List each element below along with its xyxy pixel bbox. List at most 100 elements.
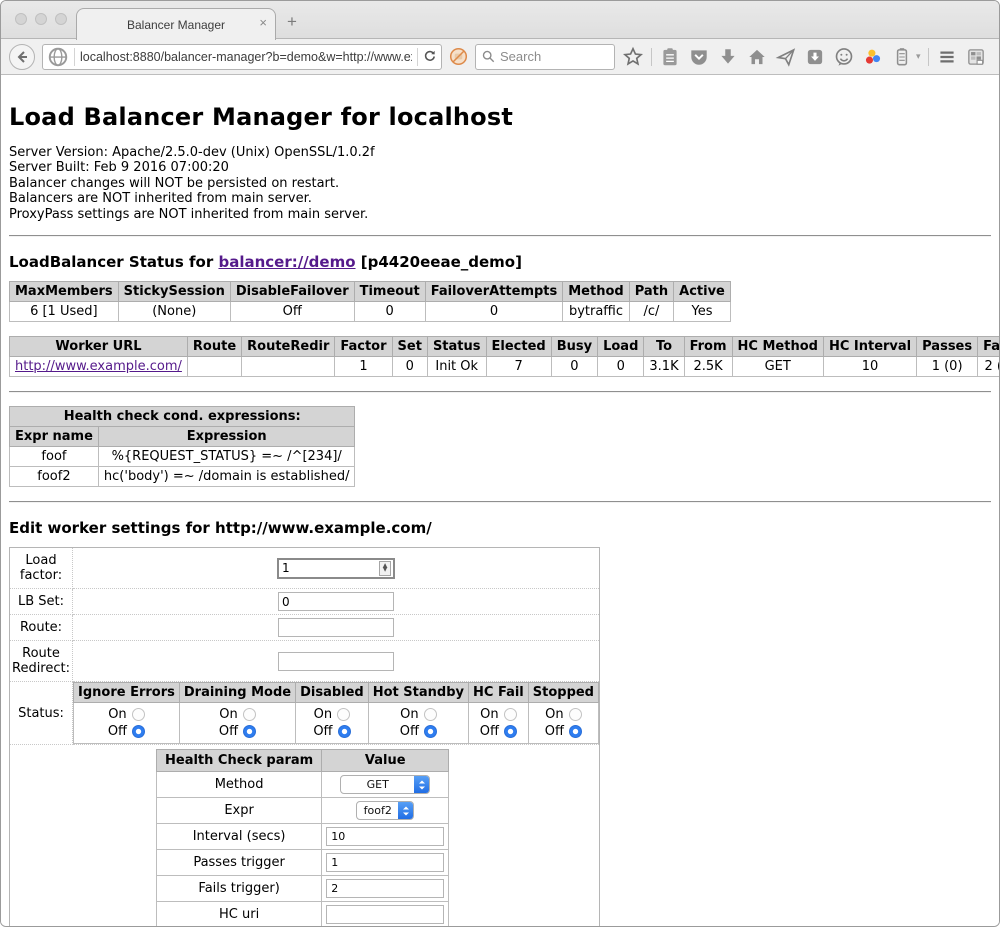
lb-set-input[interactable]	[278, 592, 394, 611]
balancer-status-table: MaxMembers StickySession DisableFailover…	[9, 281, 731, 322]
menu-hamburger-icon[interactable]	[936, 46, 958, 68]
col-status: Status	[427, 337, 486, 357]
select-chevrons-icon	[398, 801, 413, 820]
zoom-window-button[interactable]	[55, 13, 67, 25]
cell-fails: 2 (0)	[978, 357, 999, 377]
reload-icon[interactable]	[423, 49, 437, 64]
search-bar[interactable]: Search	[475, 44, 615, 70]
bookmark-star-icon[interactable]	[622, 46, 644, 68]
col-draining-mode: Draining Mode	[179, 683, 295, 703]
home-icon[interactable]	[746, 46, 768, 68]
cell-load: 0	[598, 357, 644, 377]
form-row-status: Status: Ignore Errors Draining Mode Disa…	[10, 682, 600, 745]
hc-row-interval: Interval (secs)	[157, 824, 449, 850]
url-text[interactable]: localhost:8880/balancer-manager?b=demo&w…	[80, 50, 412, 64]
hc-row-method: Method GET	[157, 772, 449, 798]
col-expr-name: Expr name	[10, 427, 99, 447]
draining-mode-on-radio[interactable]	[243, 708, 256, 721]
passes-label: Passes trigger	[157, 850, 322, 876]
expr-select[interactable]: foof2	[356, 801, 414, 820]
cell-failoverattempts: 0	[425, 302, 563, 322]
divider	[9, 501, 991, 503]
interval-input[interactable]	[326, 827, 444, 846]
col-failoverattempts: FailoverAttempts	[425, 282, 563, 302]
browser-window: Balancer Manager × + localhost:8880/bala…	[0, 0, 1000, 927]
hc-uri-input[interactable]	[326, 905, 444, 924]
route-redirect-label: Route Redirect:	[10, 641, 73, 682]
hot-standby-on-radio[interactable]	[424, 708, 437, 721]
cell-expr-name: foof	[10, 447, 99, 467]
col-stickysession: StickySession	[118, 282, 230, 302]
select-chevrons-icon	[414, 775, 429, 794]
search-placeholder: Search	[500, 49, 541, 64]
panel-download-icon[interactable]	[804, 46, 826, 68]
cell-stickysession: (None)	[118, 302, 230, 322]
col-hc-value: Value	[322, 750, 449, 772]
col-from: From	[684, 337, 732, 357]
close-window-button[interactable]	[15, 13, 27, 25]
status-radios-row: On Off On Off On Off	[74, 703, 599, 744]
ignore-errors-off-radio[interactable]	[132, 725, 145, 738]
new-tab-button[interactable]: +	[287, 13, 297, 30]
cell-method: bytraffic	[563, 302, 629, 322]
edit-worker-form: Load factor: ▲▼ LB Set: Route: Route Red…	[9, 547, 600, 926]
send-tab-icon[interactable]	[775, 46, 797, 68]
tab-balancer-manager[interactable]: Balancer Manager ×	[76, 8, 276, 40]
method-select[interactable]: GET	[340, 775, 430, 794]
cell-timeout: 0	[354, 302, 425, 322]
site-identity-globe-icon[interactable]	[47, 46, 69, 68]
ignore-errors-toggle: On Off	[74, 703, 180, 744]
disabled-off-radio[interactable]	[338, 725, 351, 738]
draining-mode-toggle: On Off	[179, 703, 295, 744]
off-label: Off	[400, 723, 419, 740]
minimize-window-button[interactable]	[35, 13, 47, 25]
pocket-icon[interactable]	[688, 46, 710, 68]
edit-worker-heading: Edit worker settings for http://www.exam…	[9, 519, 991, 537]
stopped-on-radio[interactable]	[569, 708, 582, 721]
inherit-notice-line: Balancers are NOT inherited from main se…	[9, 191, 991, 206]
adblock-icon[interactable]	[449, 47, 468, 66]
reading-list-icon[interactable]	[659, 46, 681, 68]
cell-disablefailover: Off	[230, 302, 354, 322]
hc-fail-on-radio[interactable]	[504, 708, 517, 721]
tile-grid-icon[interactable]	[965, 46, 987, 68]
hc-row-passes: Passes trigger	[157, 850, 449, 876]
passes-input[interactable]	[326, 853, 444, 872]
col-disablefailover: DisableFailover	[230, 282, 354, 302]
draining-mode-off-radio[interactable]	[243, 725, 256, 738]
worker-row: http://www.example.com/ 1 0 Init Ok 7 0 …	[10, 357, 1000, 377]
worker-url-link[interactable]: http://www.example.com/	[15, 359, 182, 374]
balancer-demo-link[interactable]: balancer://demo	[218, 253, 355, 271]
cell-hc-interval: 10	[823, 357, 916, 377]
number-stepper-icon[interactable]: ▲▼	[379, 561, 391, 576]
col-load: Load	[598, 337, 644, 357]
expr-select-value: foof2	[357, 804, 398, 817]
url-bar[interactable]: localhost:8880/balancer-manager?b=demo&w…	[42, 44, 442, 70]
hot-standby-off-radio[interactable]	[424, 725, 437, 738]
route-redirect-input[interactable]	[278, 652, 394, 671]
status-header-row: Ignore Errors Draining Mode Disabled Hot…	[74, 683, 599, 703]
route-input[interactable]	[278, 618, 394, 637]
form-row-route: Route:	[10, 615, 600, 641]
cell-expr-name: foof2	[10, 467, 99, 487]
load-factor-input[interactable]	[279, 560, 379, 576]
hc-fail-off-radio[interactable]	[504, 725, 517, 738]
urlbar-divider	[74, 48, 75, 66]
fails-input[interactable]	[326, 879, 444, 898]
ignore-errors-on-radio[interactable]	[132, 708, 145, 721]
col-hc-fail: HC Fail	[469, 683, 529, 703]
battery-icon[interactable]	[891, 46, 913, 68]
disabled-on-radio[interactable]	[337, 708, 350, 721]
tab-close-icon[interactable]: ×	[259, 16, 267, 30]
stopped-off-radio[interactable]	[569, 725, 582, 738]
forum-smiley-icon[interactable]	[833, 46, 855, 68]
battery-dropdown-caret-icon[interactable]: ▾	[916, 51, 921, 62]
hc-fail-toggle: On Off	[469, 703, 529, 744]
download-icon[interactable]	[717, 46, 739, 68]
col-expression: Expression	[98, 427, 355, 447]
status-toggles-table: Ignore Errors Draining Mode Disabled Hot…	[73, 682, 599, 744]
status-label: Status:	[10, 682, 73, 745]
back-button[interactable]	[9, 44, 35, 70]
form-row-lb-set: LB Set:	[10, 589, 600, 615]
colored-dots-icon[interactable]	[862, 46, 884, 68]
